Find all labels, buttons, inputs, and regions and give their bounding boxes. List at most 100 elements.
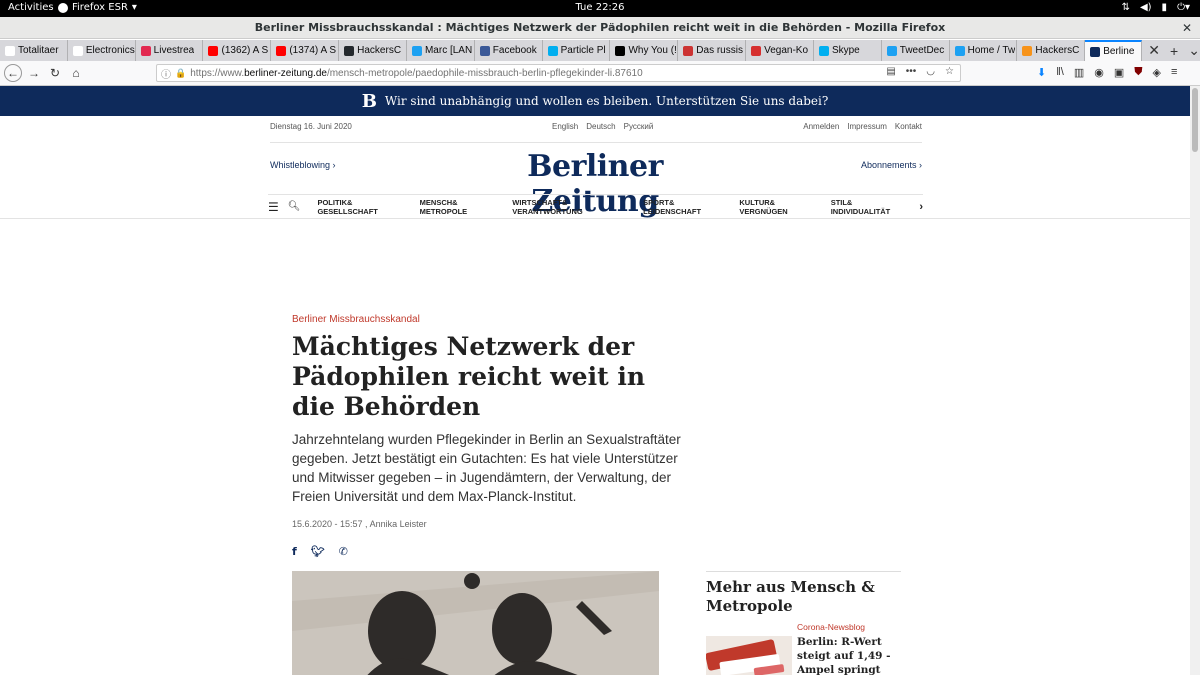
tab-favicon-icon [547, 45, 558, 56]
tab-label: (1362) A S [221, 45, 269, 56]
lang-russian[interactable]: Русский [624, 122, 654, 131]
tab-label: Totalitaer [18, 45, 59, 56]
tab-label: Particle Pl [560, 45, 606, 56]
impressum-link[interactable]: Impressum [847, 122, 887, 131]
masthead: Whistleblowing › Berliner Zeitung Abonne… [270, 142, 922, 219]
tab-label: Livestrea [153, 45, 195, 56]
tab-label: Why You (! [628, 45, 677, 56]
extension-2-icon[interactable]: ◈ [1153, 66, 1161, 79]
lang-deutsch[interactable]: Deutsch [586, 122, 615, 131]
tab-favicon-icon [140, 45, 151, 56]
browser-tab[interactable]: (1374) A S [271, 40, 340, 61]
power-menu-icon: ⏻▾ [1177, 2, 1190, 13]
system-tray[interactable]: ⇅ ◀) ▮ ⏻▾ [1122, 2, 1190, 13]
tab-favicon-icon [411, 45, 422, 56]
volume-icon: ◀) [1139, 2, 1152, 13]
home-button[interactable]: ⌂ [67, 64, 85, 82]
browser-tab[interactable]: Electronics ar [68, 40, 136, 61]
window-titlebar[interactable]: Berliner Missbrauchsskandal : Mächtiges … [0, 17, 1200, 39]
browser-tab[interactable]: Skype [814, 40, 882, 61]
article-headline: Mächtiges Netzwerk der Pädophilen reicht… [292, 332, 645, 421]
language-switcher: English Deutsch Русский [552, 122, 653, 131]
nav-stil[interactable]: STIL& INDIVIDUALITÄT [831, 198, 911, 216]
tab-favicon-icon [751, 45, 762, 56]
web-page: B Wir sind unabhängig und wollen es blei… [0, 86, 1200, 675]
close-tab-icon[interactable]: ✕ [1148, 42, 1160, 59]
ublock-icon[interactable]: ⛊ [1134, 66, 1142, 79]
sidebar-title: Mehr aus Mensch & Metropole [706, 578, 875, 615]
forward-button[interactable]: → [25, 64, 43, 82]
nav-sport[interactable]: SPORT& LEIDENSCHAFT [643, 198, 730, 216]
bookmark-star-icon[interactable]: ☆ [945, 66, 954, 77]
contact-link[interactable]: Kontakt [895, 122, 922, 131]
sidebar-toggle-icon[interactable]: ▥ [1074, 66, 1084, 79]
browser-tab[interactable]: Totalitaer [0, 40, 68, 61]
downloads-icon[interactable]: ⬇ [1037, 66, 1046, 79]
browser-tab[interactable]: Vegan-Ko [746, 40, 814, 61]
tab-favicon-icon [344, 45, 355, 56]
whistleblowing-link[interactable]: Whistleblowing › [270, 160, 336, 170]
browser-tab[interactable]: Livestrea [136, 40, 204, 61]
close-window-icon[interactable]: ✕ [1182, 17, 1192, 39]
browser-tab[interactable]: Facebook [475, 40, 543, 61]
app-menu[interactable]: Firefox ESR ▾ [58, 2, 137, 13]
page-scrollbar[interactable] [1190, 86, 1200, 675]
tab-favicon-icon [72, 45, 83, 56]
url-prefix: https://www. [190, 67, 245, 79]
related-article[interactable]: Corona-Newsblog Berlin: R-Wert steigt au… [706, 622, 901, 675]
browser-tab[interactable]: Particle Pl [543, 40, 611, 61]
browser-tab[interactable]: (1362) A S [203, 40, 272, 61]
whatsapp-share-icon[interactable]: ✆ [339, 545, 348, 558]
reader-view-icon[interactable]: ▤ [886, 66, 895, 77]
lock-icon[interactable]: 🔒 [175, 68, 186, 79]
support-banner[interactable]: B Wir sind unabhängig und wollen es blei… [0, 86, 1190, 116]
info-icon[interactable]: ⓘ [161, 66, 171, 81]
tab-favicon-icon [1090, 46, 1101, 57]
login-link[interactable]: Anmelden [803, 122, 839, 131]
search-icon[interactable]: 🔍︎ [288, 201, 301, 212]
browser-tab[interactable]: Why You (! [610, 40, 679, 61]
reload-button[interactable]: ↻ [46, 64, 64, 82]
related-article-thumbnail[interactable] [706, 636, 792, 675]
browser-tab[interactable]: HackersC [339, 40, 407, 61]
chevron-right-icon[interactable]: › [919, 201, 923, 213]
browser-tab[interactable]: HackersC [1017, 40, 1086, 61]
url-path: /mensch-metropole/paedophile-missbrauch-… [326, 67, 643, 79]
extension-icon[interactable]: ▣ [1114, 66, 1124, 79]
facebook-share-icon[interactable]: f [292, 545, 297, 558]
nav-wirtschaft[interactable]: WIRTSCHAFT& VERANTWORTUNG [512, 198, 634, 216]
scrollbar-thumb[interactable] [1192, 88, 1198, 152]
library-icon[interactable]: ‖\ [1056, 66, 1064, 79]
clock[interactable]: Tue 22:26 [0, 2, 1200, 13]
category-nav: ☰ 🔍︎ POLITIK& GESELLSCHAFT MENSCH& METRO… [268, 194, 923, 218]
subscriptions-link[interactable]: Abonnements › [861, 160, 922, 170]
browser-tab[interactable]: Das russis [678, 40, 747, 61]
url-text: https://www.berliner-zeitung.de/mensch-m… [190, 68, 642, 79]
pocket-icon[interactable]: ◡ [926, 66, 935, 77]
hamburger-menu-icon[interactable]: ☰ [268, 200, 279, 214]
page-actions-icon[interactable]: ••• [906, 66, 917, 77]
share-buttons: f 🐦︎ ✆ [292, 545, 348, 558]
menu-icon[interactable]: ≡ [1171, 66, 1177, 79]
tab-favicon-icon [954, 45, 965, 56]
nav-kultur[interactable]: KULTUR& VERGNÜGEN [739, 198, 821, 216]
related-article-headline[interactable]: Berlin: R-Wert steigt auf 1,49 - Ampel s… [797, 635, 901, 675]
nav-mensch[interactable]: MENSCH& METROPOLE [420, 198, 504, 216]
tab-overflow-icon[interactable]: ⌄ [1188, 42, 1200, 59]
twitter-share-icon[interactable]: 🐦︎ [311, 545, 325, 558]
new-tab-icon[interactable]: + [1170, 43, 1178, 59]
activities-button[interactable]: Activities [8, 2, 54, 13]
tab-favicon-icon [1022, 45, 1033, 56]
browser-tab[interactable]: Berline [1085, 40, 1143, 61]
article-kicker[interactable]: Berliner Missbrauchsskandal [292, 314, 420, 325]
tab-label: Marc [LAN [424, 45, 473, 56]
browser-tab[interactable]: TweetDec [882, 40, 950, 61]
browser-tab[interactable]: Marc [LAN [407, 40, 475, 61]
related-article-kicker[interactable]: Corona-Newsblog [797, 622, 865, 632]
back-button[interactable]: ← [4, 64, 22, 82]
url-bar[interactable]: ⓘ 🔒 https://www.berliner-zeitung.de/mens… [156, 64, 961, 82]
account-icon[interactable]: ◉ [1094, 66, 1104, 79]
browser-tab[interactable]: Home / Tw [950, 40, 1018, 61]
lang-english[interactable]: English [552, 122, 578, 131]
nav-politik[interactable]: POLITIK& GESELLSCHAFT [317, 198, 410, 216]
